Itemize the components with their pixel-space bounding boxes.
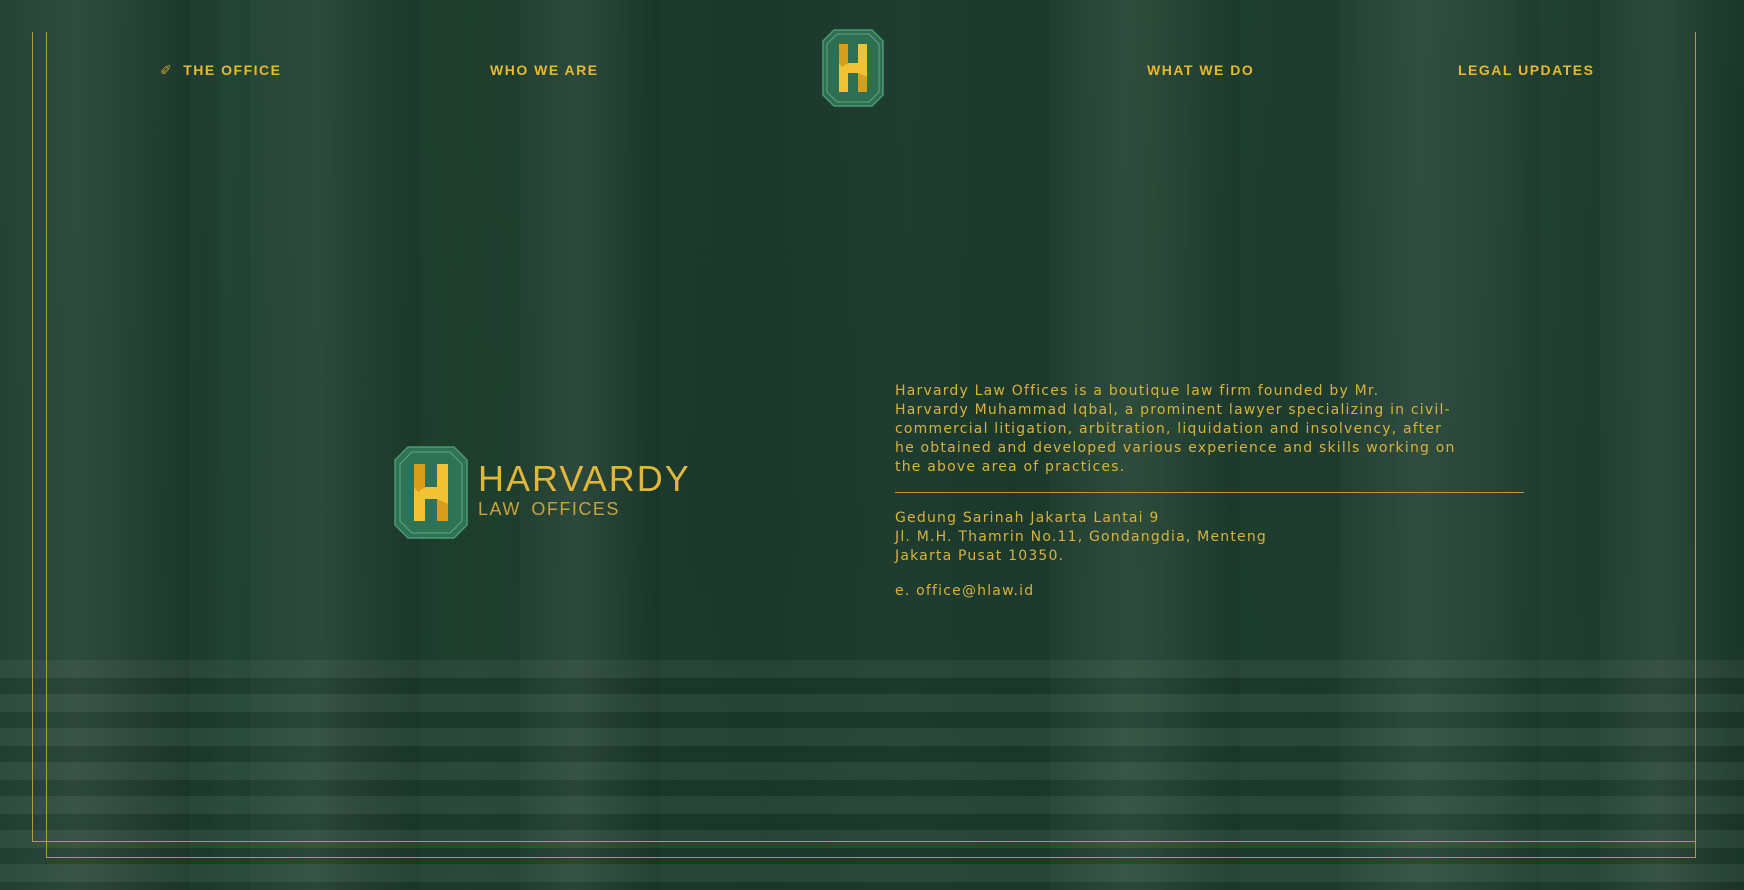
address-line: Jakarta Pusat 10350. [895,548,1065,564]
brand-subtitle: LAW OFFICES [478,499,620,519]
about-paragraph: Harvardy Law Offices is a boutique law f… [895,382,1525,477]
nav-who-we-are[interactable]: WHO WE ARE [490,62,599,78]
about-line: he obtained and developed various experi… [895,440,1456,456]
about-line: Harvardy Law Offices is a boutique law f… [895,383,1380,399]
nav-the-office[interactable]: ✐ THE OFFICE [160,62,281,79]
logo-emblem-icon[interactable] [822,29,884,107]
address-line: Jl. M.H. Thamrin No.11, Gondangdia, Ment… [895,529,1267,545]
pen-icon: ✐ [160,62,174,78]
address-line: Gedung Sarinah Jakarta Lantai 9 [895,510,1160,526]
about-line: commercial litigation, arbitration, liqu… [895,421,1443,437]
page: ✐ THE OFFICE WHO WE ARE WHAT WE DO LEGAL … [0,0,1744,890]
nav-the-office-label: THE OFFICE [183,62,282,78]
email-prefix: e. [895,583,911,599]
email-line: e. office@hlaw.id [895,583,1034,599]
nav-legal-updates[interactable]: LEGAL UPDATES [1458,62,1594,78]
divider [895,492,1524,493]
brand-name: HARVARDY [478,458,691,499]
email-link[interactable]: office@hlaw.id [916,583,1034,599]
about-line: the above area of practices. [895,459,1126,475]
about-line: Harvardy Muhammad Iqbal, a prominent law… [895,402,1451,418]
nav-what-we-do[interactable]: WHAT WE DO [1147,62,1254,78]
brand-emblem-icon [394,446,468,539]
